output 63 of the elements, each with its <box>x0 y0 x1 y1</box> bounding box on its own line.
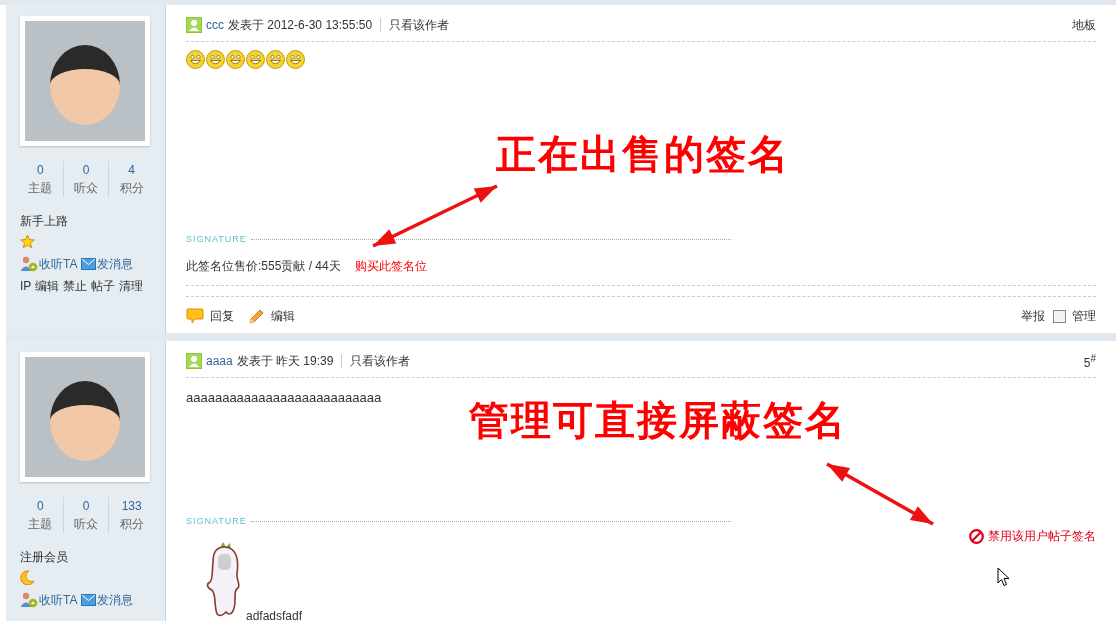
stat-label: 积分 <box>118 516 145 533</box>
cursor-icon <box>997 567 1011 587</box>
only-author-link[interactable]: 只看该作者 <box>389 16 450 34</box>
follow-link[interactable]: 收听TA <box>20 589 78 611</box>
floor-number[interactable]: 5$^{#}$ <box>1083 352 1096 370</box>
stat-label: 积分 <box>118 180 145 197</box>
author-link[interactable]: aaaa <box>206 354 233 368</box>
stat-label: 主题 <box>27 180 54 197</box>
smiley-icon <box>206 50 225 69</box>
message-link[interactable]: 发消息 <box>81 589 134 611</box>
manage-label: 管理 <box>1072 307 1096 325</box>
smiley-icon <box>246 50 265 69</box>
smiley-icon <box>286 50 305 69</box>
user-icon <box>186 17 202 33</box>
signature-label: SIGNATURE <box>186 516 247 526</box>
user-icon <box>186 353 202 369</box>
signature-label: SIGNATURE <box>186 234 247 244</box>
annotation-text: 正在出售的签名 <box>496 131 790 178</box>
manage-checkbox[interactable] <box>1053 309 1066 323</box>
post-time: 发表于 昨天 19:39 <box>236 352 334 370</box>
moon-icon <box>20 569 35 585</box>
stat-label: 听众 <box>73 516 99 533</box>
smiley-icon <box>226 50 245 69</box>
star-icon <box>20 233 35 249</box>
post-time: 发表于 2012-6-30 13:55:50 <box>228 16 373 34</box>
stat-value[interactable]: 0 <box>63 497 109 515</box>
reply-link[interactable]: 回复 <box>186 307 234 325</box>
stat-value[interactable]: 0 <box>18 497 63 515</box>
smiley-icon <box>266 50 285 69</box>
buy-signature-link[interactable]: 购买此签名位 <box>354 259 427 273</box>
report-link[interactable]: 举报 <box>1021 307 1045 325</box>
user-group: 新手上路 <box>20 213 165 229</box>
annotation-text: 管理可直接屏蔽签名 <box>469 397 847 444</box>
floor-number[interactable]: 地板 <box>1072 16 1096 34</box>
speech-bubble-icon <box>186 308 204 324</box>
user-group: 注册会员 <box>20 549 165 565</box>
stat-value[interactable]: 0 <box>63 161 109 179</box>
smiley-icon <box>186 50 205 69</box>
only-author-link[interactable]: 只看该作者 <box>350 352 411 370</box>
admin-link[interactable]: 编辑 <box>35 275 60 297</box>
follow-link[interactable]: 收听TA <box>20 253 78 275</box>
post-text: aaaaaaaaaaaaaaaaaaaaaaaaaaa <box>186 389 383 405</box>
message-link[interactable]: 发消息 <box>81 253 134 275</box>
admin-link[interactable]: 清理 <box>119 275 144 297</box>
envelope-icon <box>81 258 97 270</box>
follow-icon <box>20 256 38 272</box>
stat-label: 听众 <box>73 180 99 197</box>
author-link[interactable]: ccc <box>206 18 224 32</box>
follow-icon <box>20 592 38 608</box>
ban-icon <box>969 529 984 544</box>
signature-caption: adfadsfadf <box>246 609 303 621</box>
envelope-icon <box>81 594 97 606</box>
admin-link[interactable]: IP <box>20 275 32 297</box>
admin-link[interactable]: 帖子 <box>91 275 116 297</box>
stat-value[interactable]: 133 <box>109 497 154 515</box>
stat-label: 主题 <box>27 516 54 533</box>
pencil-icon <box>248 307 265 325</box>
signature-price: 此签名位售价:555贡献 / 44天 <box>186 259 341 273</box>
disable-signature-link[interactable]: 禁用该用户帖子签名 <box>969 528 1096 545</box>
admin-link[interactable]: 禁止 <box>63 275 88 297</box>
stat-value[interactable]: 4 <box>109 161 154 179</box>
stat-value[interactable]: 0 <box>18 161 63 179</box>
edit-link[interactable]: 编辑 <box>248 307 295 325</box>
